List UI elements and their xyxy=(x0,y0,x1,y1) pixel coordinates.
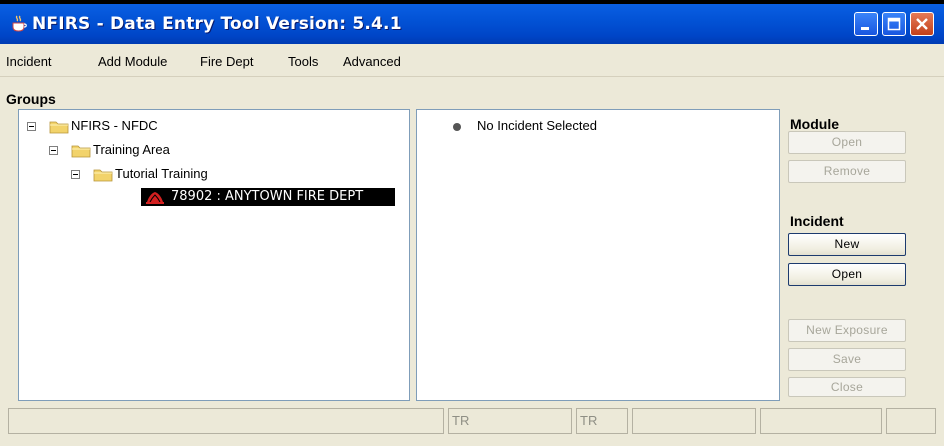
collapse-icon[interactable] xyxy=(71,170,80,179)
folder-icon xyxy=(71,145,91,158)
groups-tree[interactable]: NFIRS - NFDC Training Area Tutorial Trai… xyxy=(18,109,410,401)
menu-tools[interactable]: Tools xyxy=(288,54,318,69)
incident-new-button[interactable]: New xyxy=(788,233,906,256)
collapse-icon[interactable] xyxy=(49,146,58,155)
java-cup-icon xyxy=(10,15,28,33)
new-exposure-button[interactable]: New Exposure xyxy=(788,319,906,342)
module-section-title: Module xyxy=(790,116,839,132)
window-title: NFIRS - Data Entry Tool Version: 5.4.1 xyxy=(32,14,402,34)
maximize-button[interactable] xyxy=(882,12,906,36)
status-cell-main xyxy=(8,408,444,434)
menu-fire-dept[interactable]: Fire Dept xyxy=(200,54,253,69)
incident-section-title: Incident xyxy=(790,213,844,229)
status-cell-4 xyxy=(632,408,756,434)
status-cell-tr-2: TR xyxy=(576,408,628,434)
collapse-icon[interactable] xyxy=(27,122,36,131)
close-button[interactable] xyxy=(910,12,934,36)
tree-label: Training Area xyxy=(93,142,170,157)
app-window: NFIRS - Data Entry Tool Version: 5.4.1 I… xyxy=(0,4,944,446)
no-incident-message: No Incident Selected xyxy=(477,118,597,133)
incident-panel: No Incident Selected xyxy=(416,109,780,401)
menu-advanced[interactable]: Advanced xyxy=(343,54,401,69)
minimize-button[interactable] xyxy=(854,12,878,36)
groups-label: Groups xyxy=(6,91,56,107)
close-icon xyxy=(916,18,928,30)
status-cell-tr-1: TR xyxy=(448,408,572,434)
fire-dept-icon xyxy=(146,192,164,204)
tree-label: 78902 : ANYTOWN FIRE DEPT xyxy=(171,189,364,204)
folder-icon xyxy=(93,169,113,182)
tree-node-fire-dept-selected[interactable]: 78902 : ANYTOWN FIRE DEPT xyxy=(141,188,395,206)
menu-bar: Incident Add Module Fire Dept Tools Adva… xyxy=(0,46,944,77)
maximize-icon xyxy=(887,17,901,31)
title-bar[interactable]: NFIRS - Data Entry Tool Version: 5.4.1 xyxy=(0,4,944,44)
status-cell-5 xyxy=(760,408,882,434)
status-cell-6 xyxy=(886,408,936,434)
module-open-button[interactable]: Open xyxy=(788,131,906,154)
menu-incident[interactable]: Incident xyxy=(6,54,52,69)
minimize-icon xyxy=(861,27,869,30)
incident-open-button[interactable]: Open xyxy=(788,263,906,286)
module-remove-button[interactable]: Remove xyxy=(788,160,906,183)
tree-label: Tutorial Training xyxy=(115,166,208,181)
close-incident-button[interactable]: Close xyxy=(788,377,906,397)
folder-icon xyxy=(49,121,69,134)
bullet-icon xyxy=(453,123,461,131)
tree-label: NFIRS - NFDC xyxy=(71,118,158,133)
save-button[interactable]: Save xyxy=(788,348,906,371)
menu-add-module[interactable]: Add Module xyxy=(98,54,167,69)
